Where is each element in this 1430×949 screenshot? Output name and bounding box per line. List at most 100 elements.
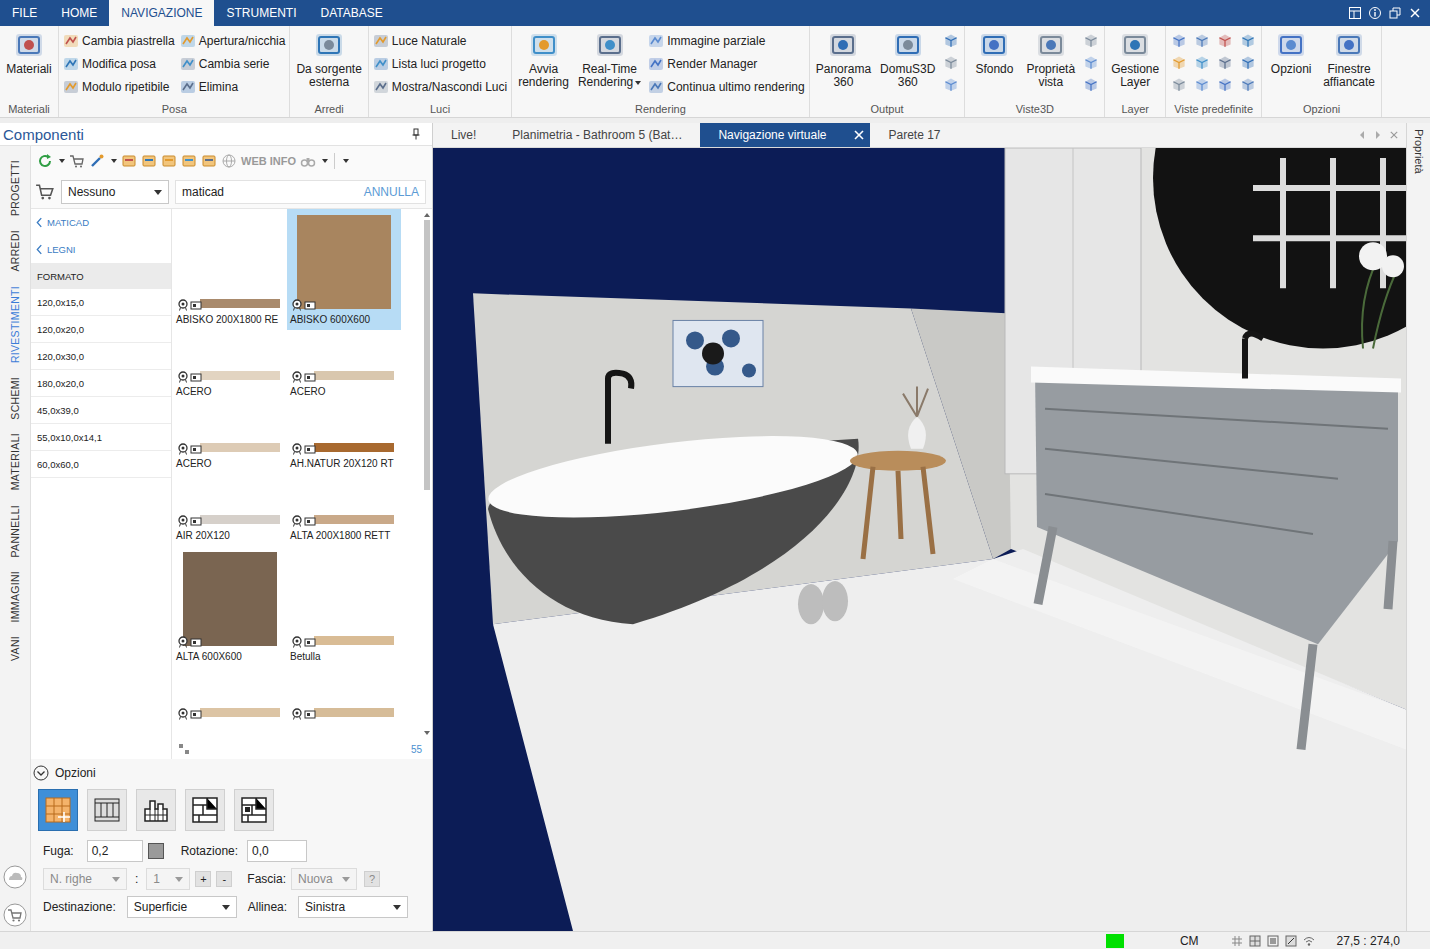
- material-tile[interactable]: ACERO: [173, 330, 287, 402]
- close-tab-icon[interactable]: [854, 130, 864, 140]
- rows-count-spinner[interactable]: 1: [146, 868, 190, 890]
- ribbon-tab[interactable]: HOME: [49, 0, 109, 26]
- ribbon-small-button[interactable]: Immagine parziale: [648, 31, 804, 51]
- ribbon-small-button[interactable]: Continua ultimo rendering: [648, 77, 804, 97]
- layout-button[interactable]: [38, 789, 78, 831]
- material-tile[interactable]: Betulla: [287, 546, 401, 667]
- ribbon-button[interactable]: Opzioni: [1266, 29, 1316, 76]
- search-field[interactable]: maticadANNULLA: [175, 180, 426, 204]
- scrollbar[interactable]: [422, 209, 432, 739]
- ribbon-small-button[interactable]: Elimina: [180, 77, 286, 97]
- wireless-icon[interactable]: [1303, 935, 1315, 947]
- close-icon[interactable]: [1390, 130, 1398, 140]
- ribbon-small-button[interactable]: Render Manager: [648, 54, 804, 74]
- rows-dropdown[interactable]: N. righe: [43, 868, 127, 890]
- side-tab[interactable]: MATERIALI: [9, 433, 21, 490]
- snap-icon[interactable]: [1285, 935, 1297, 947]
- ribbon-small-button[interactable]: Modulo ripetibile: [63, 77, 175, 97]
- document-tab[interactable]: Planimetria - Bathroom 5 (Bat…: [494, 123, 700, 147]
- breadcrumb-item[interactable]: LEGNI: [31, 236, 171, 263]
- joint-color-button[interactable]: [148, 843, 164, 859]
- document-tab[interactable]: Live!: [433, 123, 494, 147]
- cart-icon[interactable]: [35, 183, 55, 201]
- add-button[interactable]: +: [195, 871, 211, 887]
- material-tile[interactable]: ABISKO 600X600: [287, 209, 401, 330]
- ribbon-button[interactable]: Panorama360: [814, 29, 873, 89]
- side-tab[interactable]: RIVESTIMENTI: [9, 286, 21, 363]
- category-item[interactable]: 55,0x10,0x14,1: [31, 424, 171, 451]
- view-icon[interactable]: [1193, 75, 1211, 93]
- ribbon-button[interactable]: Real-TimeRendering: [576, 29, 643, 89]
- catalog-dropdown[interactable]: Nessuno: [61, 180, 169, 204]
- ribbon-tab[interactable]: DATABASE: [308, 0, 394, 26]
- web-info-button[interactable]: WEB INFO: [241, 155, 296, 167]
- band-dropdown[interactable]: Nuova: [291, 868, 357, 890]
- binoculars-icon[interactable]: [300, 153, 316, 169]
- snap-grid-icon[interactable]: [1231, 935, 1243, 947]
- material-tile[interactable]: ABISKO 200X1800 RE: [173, 209, 287, 330]
- options-toggle[interactable]: Opzioni: [33, 763, 424, 783]
- ribbon-button[interactable]: Da sorgenteesterna: [294, 29, 363, 89]
- ribbon-button[interactable]: Avviarendering: [516, 29, 571, 89]
- layout-button[interactable]: [87, 789, 127, 831]
- destination-dropdown[interactable]: Superficie: [127, 896, 237, 918]
- view-icon[interactable]: [1239, 31, 1257, 49]
- view-icon[interactable]: [1193, 31, 1211, 49]
- material-tile[interactable]: ALTA 600X600: [173, 546, 287, 667]
- refresh-icon[interactable]: [37, 153, 53, 169]
- cart-icon[interactable]: [3, 903, 27, 927]
- ribbon-small-button[interactable]: Cambia serie: [180, 54, 286, 74]
- side-tab[interactable]: PANNELLI: [9, 505, 21, 557]
- rotation-input[interactable]: 0,0: [247, 840, 307, 862]
- ortho-icon[interactable]: [1267, 935, 1279, 947]
- properties-side-tab[interactable]: Proprietà: [1406, 123, 1430, 931]
- catalog-tool-icon[interactable]: [161, 153, 177, 169]
- material-tile[interactable]: [173, 667, 287, 739]
- ribbon-tab[interactable]: NAVIGAZIONE: [109, 0, 214, 26]
- ribbon-button[interactable]: Materiali: [4, 29, 54, 76]
- layout-button[interactable]: [185, 789, 225, 831]
- ribbon-small-button[interactable]: Apertura/nicchia: [180, 31, 286, 51]
- align-dropdown[interactable]: Sinistra: [298, 896, 408, 918]
- view-icon[interactable]: [1170, 31, 1188, 49]
- view-icon[interactable]: [942, 31, 960, 49]
- ribbon-small-button[interactable]: Lista luci progetto: [373, 54, 507, 74]
- view-icon[interactable]: [1082, 53, 1100, 71]
- catalog-tool-icon[interactable]: [141, 153, 157, 169]
- ribbon-small-button[interactable]: Mostra/Nascondi Luci: [373, 77, 507, 97]
- view-icon[interactable]: [1216, 75, 1234, 93]
- view-icon[interactable]: [1216, 53, 1234, 71]
- remove-button[interactable]: -: [216, 871, 232, 887]
- unit-label[interactable]: CM: [1180, 934, 1199, 948]
- view-icon[interactable]: [1082, 31, 1100, 49]
- breadcrumb-item[interactable]: MATICAD: [31, 209, 171, 236]
- virtual-navigation-viewport[interactable]: [433, 148, 1406, 931]
- view-icon[interactable]: [1239, 53, 1257, 71]
- view-icon[interactable]: [1193, 53, 1211, 71]
- ribbon-button[interactable]: Finestreaffiancate: [1321, 29, 1377, 89]
- category-item[interactable]: 45,0x39,0: [31, 397, 171, 424]
- side-tab[interactable]: SCHEMI: [9, 377, 21, 420]
- view-icon[interactable]: [942, 75, 960, 93]
- layout-button[interactable]: [136, 789, 176, 831]
- side-tab[interactable]: PROGETTI: [9, 160, 21, 216]
- view-icon[interactable]: [1170, 75, 1188, 93]
- view-icon[interactable]: [1170, 53, 1188, 71]
- side-tab[interactable]: VANI: [9, 636, 21, 661]
- restore-icon[interactable]: [1388, 6, 1402, 20]
- grid-icon[interactable]: [1249, 935, 1261, 947]
- side-tab[interactable]: IMMAGINI: [9, 571, 21, 622]
- ribbon-tab[interactable]: STRUMENTI: [214, 0, 308, 26]
- view-icon[interactable]: [1082, 75, 1100, 93]
- material-tile[interactable]: ACERO: [287, 330, 401, 402]
- ribbon-small-button[interactable]: Modifica posa: [63, 54, 175, 74]
- ribbon-tab[interactable]: FILE: [0, 0, 49, 26]
- cancel-button[interactable]: ANNULLA: [364, 185, 419, 199]
- document-tab[interactable]: Parete 17: [870, 123, 958, 147]
- catalog-tool-icon[interactable]: [201, 153, 217, 169]
- info-icon[interactable]: [1368, 6, 1382, 20]
- view-icon[interactable]: [942, 53, 960, 71]
- material-tile[interactable]: AIR 20X120: [173, 474, 287, 546]
- ribbon-button[interactable]: Sfondo: [969, 29, 1019, 76]
- category-item[interactable]: 60,0x60,0: [31, 451, 171, 478]
